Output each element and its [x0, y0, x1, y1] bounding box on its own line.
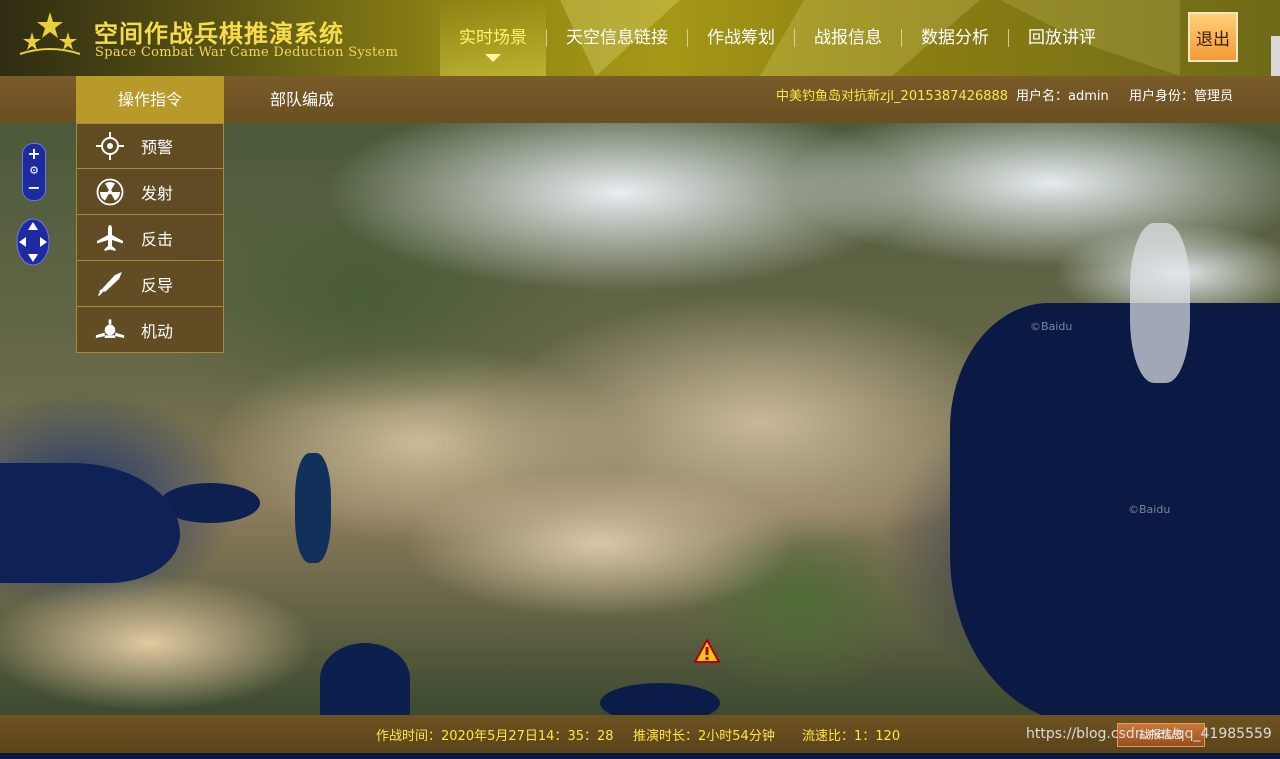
op-counterattack[interactable]: 反击 [76, 215, 224, 261]
app-subtitle: Space Combat War Came Deduction System [95, 45, 399, 60]
map-snow [1130, 223, 1190, 383]
airplane-icon [95, 223, 125, 253]
op-label: 反导 [141, 275, 174, 295]
op-maneuver[interactable]: 机动 [76, 307, 224, 353]
tab-force-composition[interactable]: 部队编成 [232, 76, 372, 123]
operation-menu: 预警 发射 反击 反导 机动 [76, 123, 224, 353]
map-sea [950, 303, 1280, 715]
nav-combat-planning[interactable]: 作战筹划 [688, 0, 794, 76]
nav-realtime-scene[interactable]: 实时场景 [440, 0, 546, 76]
map-watermark: ©Baidu [1030, 320, 1073, 333]
page-watermark: https://blog.csdn.net/qq_41985559 [1026, 726, 1272, 742]
status-footer: 作战时间：2020年5月27日14：35：28 推演时长：2小时54分钟 流速比… [0, 715, 1280, 753]
username-label: 用户名：admin [1016, 89, 1109, 104]
top-header: 空间作战兵棋推演系统 Space Combat War Came Deducti… [0, 0, 1280, 76]
map-sea [320, 643, 410, 715]
map-sea [295, 453, 331, 563]
nav-sky-info-link[interactable]: 天空信息链接 [547, 0, 687, 76]
radiation-icon [95, 177, 125, 207]
nav-data-analysis[interactable]: 数据分析 [902, 0, 1008, 76]
map-sea [600, 683, 720, 715]
op-launch[interactable]: 发射 [76, 169, 224, 215]
zoom-control: + ⚙ − [22, 143, 46, 201]
warning-icon[interactable] [694, 639, 720, 663]
op-label: 反击 [141, 229, 174, 249]
map-watermark: ©Baidu [1128, 503, 1171, 516]
crosshair-icon [95, 131, 125, 161]
deduction-duration: 推演时长：2小时54分钟 [633, 729, 775, 744]
pan-control-icon[interactable] [16, 218, 50, 266]
tab-operation-commands[interactable]: 操作指令 [76, 76, 224, 123]
app-title: 空间作战兵棋推演系统 [94, 20, 344, 48]
op-label: 发射 [141, 183, 174, 203]
satellite-icon [95, 315, 125, 345]
user-role-label: 用户身份：管理员 [1129, 89, 1234, 104]
op-label: 机动 [141, 321, 174, 341]
nav-playback-review[interactable]: 回放讲评 [1009, 0, 1115, 76]
op-anti-missile[interactable]: 反导 [76, 261, 224, 307]
header-edge [1271, 36, 1280, 76]
exit-button[interactable]: 退出 [1188, 12, 1238, 62]
scenario-name: 中美钓鱼岛对抗新zjl_2015387426888 [776, 89, 1009, 104]
sub-toolbar: 操作指令 部队编成 中美钓鱼岛对抗新zjl_2015387426888 用户名：… [0, 76, 1280, 123]
speed-ratio: 流速比：1：120 [802, 729, 901, 744]
combat-time: 作战时间：2020年5月27日14：35：28 [376, 729, 614, 744]
zoom-reset-icon[interactable]: ⚙ [23, 164, 45, 177]
logo-stars-icon [19, 12, 81, 55]
map-sea [0, 463, 180, 583]
zoom-out-button[interactable]: − [23, 178, 45, 197]
op-label: 预警 [141, 138, 174, 157]
nav-battle-report[interactable]: 战报信息 [795, 0, 901, 76]
main-nav: 实时场景 天空信息链接 作战筹划 战报信息 数据分析 回放讲评 [440, 0, 1115, 76]
missile-icon [95, 269, 125, 299]
zoom-in-button[interactable]: + [23, 144, 45, 163]
op-early-warning[interactable]: 预警 [76, 123, 224, 169]
